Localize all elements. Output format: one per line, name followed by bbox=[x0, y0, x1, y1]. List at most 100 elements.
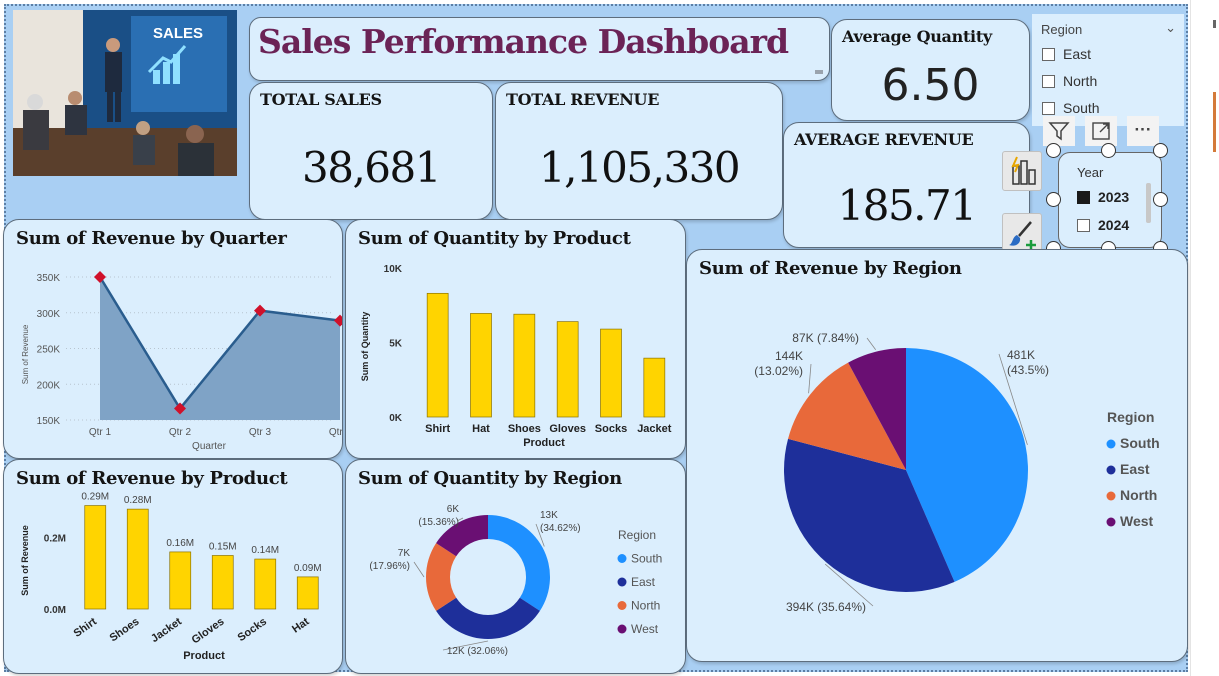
legend-marker bbox=[1106, 439, 1116, 449]
leader-line bbox=[866, 337, 876, 351]
year-slicer[interactable]: Year 2023 2024 bbox=[1058, 152, 1162, 248]
resize-handle-w[interactable] bbox=[1046, 192, 1061, 207]
x-tick-label: Qtr 3 bbox=[249, 427, 272, 438]
total-sales-value: 38,681 bbox=[302, 143, 441, 192]
canvas: SALES Sales Performance Dashboard TOTAL … bbox=[0, 0, 1219, 676]
region-slicer[interactable]: Region ⌄ East North South bbox=[1032, 14, 1184, 126]
revenue-by-quarter-card: Sum of Revenue by Quarter 150K 200K 250K 30… bbox=[3, 219, 343, 459]
data-label: 0.14M bbox=[251, 545, 279, 556]
quantity-by-region-card: Sum of Quantity by Region 13K (34.62%) 12K… bbox=[345, 459, 686, 674]
y-tick-label: 250K bbox=[37, 345, 61, 356]
year-slicer-title: Year bbox=[1077, 165, 1104, 180]
legend-label: North bbox=[1120, 487, 1157, 503]
legend-label: South bbox=[631, 552, 662, 566]
region-slicer-title: Region bbox=[1041, 22, 1083, 37]
y-tick-label: 0.0M bbox=[44, 605, 66, 616]
leader-line bbox=[413, 561, 425, 578]
legend-label: South bbox=[1120, 435, 1160, 451]
year-2024-checkbox[interactable] bbox=[1077, 219, 1090, 232]
legend-marker bbox=[617, 601, 627, 610]
average-quantity-label: Average Quantity bbox=[842, 27, 992, 46]
data-label: (15.36%) bbox=[418, 517, 459, 528]
legend-label: West bbox=[631, 622, 659, 636]
data-label: 6K bbox=[447, 504, 460, 515]
resize-handle-e[interactable] bbox=[1153, 192, 1168, 207]
region-option-south[interactable]: South bbox=[1042, 100, 1100, 116]
region-option-east[interactable]: East bbox=[1042, 46, 1091, 62]
region-option-label: East bbox=[1063, 46, 1092, 62]
data-label: 0.28M bbox=[124, 495, 152, 506]
quantity-by-region-chart: 13K (34.62%) 12K (32.06%) 7K (17.96%) 6K (15.3… bbox=[369, 504, 662, 657]
east-checkbox[interactable] bbox=[1042, 48, 1055, 61]
visual-header: ··· bbox=[1039, 116, 1165, 146]
bar bbox=[169, 551, 192, 610]
donut-slice bbox=[436, 597, 540, 639]
legend-marker bbox=[1106, 517, 1116, 527]
bar bbox=[84, 505, 107, 610]
legend-marker bbox=[1106, 491, 1116, 501]
year-option-2024[interactable]: 2024 bbox=[1077, 217, 1129, 233]
focus-mode-icon[interactable] bbox=[1085, 116, 1117, 146]
bar-chart-icon bbox=[1011, 156, 1036, 185]
average-revenue-card: AVERAGE REVENUE 185.71 bbox=[783, 122, 1030, 248]
region-option-label: North bbox=[1063, 73, 1098, 89]
filter-icon[interactable] bbox=[1043, 116, 1075, 146]
data-label: (13.02%) bbox=[754, 364, 803, 378]
bar bbox=[643, 357, 666, 418]
data-label: 481K bbox=[1007, 348, 1035, 362]
revenue-by-quarter-chart: 150K 200K 250K 300K 350K Qtr 1 Qtr 2 Qtr 3 Qtr 4… bbox=[21, 271, 343, 452]
y-tick-label: 0.2M bbox=[44, 534, 66, 545]
data-label: 0.15M bbox=[209, 542, 237, 553]
data-label: 0.09M bbox=[294, 563, 322, 574]
data-label: 12K (32.06%) bbox=[447, 646, 508, 657]
total-revenue-value: 1,105,330 bbox=[538, 143, 741, 192]
chevron-down-icon[interactable]: ⌄ bbox=[1165, 20, 1176, 36]
y-axis-label: Sum of Quantity bbox=[360, 312, 370, 382]
y-tick-label: 5K bbox=[389, 339, 403, 350]
screen-sales-text: SALES bbox=[153, 25, 203, 42]
quantity-by-product-card: Sum of Quantity by Product 0K 5K 10K Shirt H… bbox=[345, 219, 686, 459]
right-pane-edge bbox=[1190, 0, 1219, 676]
format-visual-button[interactable] bbox=[1002, 213, 1042, 253]
bar bbox=[254, 558, 277, 610]
year-option-2023[interactable]: 2023 bbox=[1077, 189, 1129, 205]
data-point-marker bbox=[94, 271, 106, 283]
resize-handle-n[interactable] bbox=[1101, 143, 1116, 158]
x-tick-label: Hat bbox=[290, 615, 312, 635]
average-quantity-card: Average Quantity 6.50 bbox=[831, 19, 1030, 121]
data-label: 394K (35.64%) bbox=[786, 600, 866, 614]
total-revenue-label: TOTAL REVENUE bbox=[506, 90, 660, 109]
resize-handle-nw[interactable] bbox=[1046, 143, 1061, 158]
sales-meeting-image: SALES bbox=[13, 10, 237, 176]
y-axis-label: Sum of Revenue bbox=[20, 525, 30, 596]
build-visual-button[interactable] bbox=[1002, 151, 1042, 191]
leader-line bbox=[808, 363, 812, 394]
x-axis-label: Product bbox=[523, 437, 565, 449]
revenue-by-product-chart: 0.0M 0.2M 0.29M Shirt 0.28M Shoes 0.16M Jacket 0… bbox=[20, 492, 322, 662]
legend-label: East bbox=[631, 575, 656, 589]
legend-title: Region bbox=[1107, 409, 1154, 425]
data-label: 87K (7.84%) bbox=[792, 331, 859, 345]
year-option-label: 2024 bbox=[1098, 217, 1130, 233]
south-checkbox[interactable] bbox=[1042, 102, 1055, 115]
region-option-north[interactable]: North bbox=[1042, 73, 1097, 89]
x-tick-label: Shirt bbox=[425, 423, 450, 435]
x-tick-label: Jacket bbox=[149, 615, 184, 645]
x-tick-label: Hat bbox=[472, 423, 490, 435]
north-checkbox[interactable] bbox=[1042, 75, 1055, 88]
legend-marker bbox=[617, 554, 627, 563]
data-label: 7K bbox=[398, 548, 411, 559]
year-2023-checkbox[interactable] bbox=[1077, 191, 1090, 204]
resize-handle-ne[interactable] bbox=[1153, 143, 1168, 158]
more-options-icon[interactable]: ··· bbox=[1127, 116, 1159, 146]
total-sales-label: TOTAL SALES bbox=[260, 90, 382, 109]
revenue-by-region-chart: 481K(43.5%) 394K (35.64%) 144K(13.02%) 87K … bbox=[754, 331, 1160, 614]
bar bbox=[556, 321, 579, 418]
year-option-label: 2023 bbox=[1098, 189, 1130, 205]
scroll-indicator bbox=[815, 70, 823, 74]
x-tick-label: Qtr 4 bbox=[329, 427, 343, 438]
bar bbox=[470, 313, 492, 418]
legend-label: East bbox=[1120, 461, 1150, 477]
year-slicer-scrollbar[interactable] bbox=[1146, 183, 1151, 223]
revenue-by-region-card: Sum of Revenue by Region 481K (43.5%) 394K… bbox=[686, 249, 1188, 662]
